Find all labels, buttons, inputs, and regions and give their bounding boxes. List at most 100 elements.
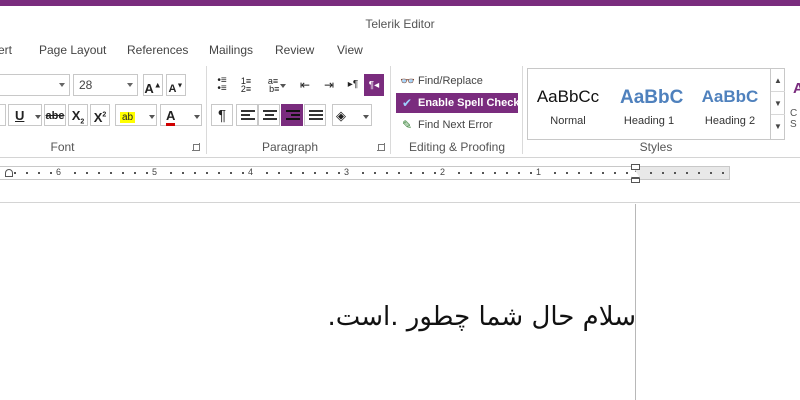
tab-page-layout[interactable]: Page Layout — [39, 43, 106, 57]
tab-references[interactable]: References — [127, 43, 188, 57]
style-normal-preview: AaBbCc — [536, 87, 600, 106]
styles-gallery: AaBbCc Normal AaBbC Heading 1 AaBbC Head… — [527, 68, 785, 140]
ltr-paragraph-icon: ▸¶ — [347, 79, 359, 90]
justify-button[interactable] — [304, 104, 326, 126]
ruler-tick — [626, 172, 628, 174]
styles-group-label: Styles — [639, 140, 673, 154]
multilevel-list-button[interactable]: a≡ b≡ — [259, 74, 287, 96]
shrink-font-icon: A▼ — [168, 82, 184, 95]
style-heading-2[interactable]: AaBbC Heading 2 — [690, 69, 770, 139]
expand-gallery-icon[interactable]: ▼ — [771, 115, 785, 138]
align-left-button[interactable] — [236, 104, 258, 126]
document-area[interactable]: سلام حال شما چطور .است. — [0, 204, 800, 400]
chevron-down-icon[interactable] — [194, 115, 200, 119]
change-styles-icon[interactable]: A — [793, 80, 800, 97]
styles-scroll-column: ▲ ▼ ▼ — [770, 69, 785, 139]
ruler-tick — [602, 172, 604, 174]
paragraph-dialog-launcher-icon[interactable] — [377, 143, 385, 151]
ruler-tick — [482, 172, 484, 174]
ruler-tick — [26, 172, 28, 174]
find-next-error-button[interactable]: ✎ Find Next Error — [396, 115, 518, 135]
tab-insert[interactable]: ert — [0, 43, 12, 57]
chevron-down-icon[interactable] — [59, 83, 65, 87]
right-indent-marker-icon[interactable] — [631, 178, 640, 183]
ruler-tick — [218, 172, 220, 174]
font-size-combo[interactable]: 28 — [73, 74, 138, 96]
grow-font-button[interactable]: A▲ — [143, 74, 163, 96]
italic-button[interactable] — [0, 104, 6, 126]
show-formatting-button[interactable]: ¶ — [211, 104, 233, 126]
subscript-button[interactable]: X2 — [68, 104, 88, 126]
underline-button[interactable]: U — [8, 104, 42, 126]
first-line-indent-marker-icon[interactable] — [631, 164, 640, 170]
scroll-up-icon[interactable]: ▲ — [771, 69, 785, 92]
ruler-tick — [662, 172, 664, 174]
left-indent-handle-icon[interactable] — [5, 169, 13, 177]
ruler-tick — [98, 172, 100, 174]
chevron-down-icon[interactable] — [363, 115, 369, 119]
ltr-direction-button[interactable]: ▸¶ — [343, 74, 363, 96]
numbered-list-icon: 1≡ 2≡ — [240, 76, 252, 94]
superscript-icon: X2 — [93, 110, 107, 126]
find-replace-button[interactable]: 👓 Find/Replace — [396, 71, 518, 91]
grow-font-icon: A▲ — [144, 81, 162, 97]
ruler-number: 2 — [440, 167, 446, 177]
ruler-tick — [122, 172, 124, 174]
scroll-down-icon[interactable]: ▼ — [771, 92, 785, 115]
superscript-button[interactable]: X2 — [90, 104, 110, 126]
increase-indent-button[interactable]: ⇥ — [318, 74, 340, 96]
ruler-tick — [710, 172, 712, 174]
ruler-tick — [374, 172, 376, 174]
next-error-icon: ✎ — [401, 118, 413, 132]
tab-review[interactable]: Review — [275, 43, 314, 57]
chevron-down-icon[interactable] — [127, 83, 133, 87]
font-color-button[interactable]: A — [160, 104, 202, 126]
font-dialog-launcher-icon[interactable] — [192, 143, 200, 151]
font-size-value: 28 — [79, 78, 93, 92]
document-text[interactable]: سلام حال شما چطور .است. — [290, 302, 636, 332]
ruler-number: 1 — [536, 167, 542, 177]
ruler-tick — [278, 172, 280, 174]
shrink-font-button[interactable]: A▼ — [166, 74, 186, 96]
chevron-down-icon[interactable] — [280, 84, 286, 88]
bullet-list-icon: •≡ •≡ — [217, 75, 227, 94]
paragraph-group-label: Paragraph — [261, 140, 319, 154]
align-center-button[interactable] — [258, 104, 280, 126]
ruler-tick — [110, 172, 112, 174]
tab-mailings[interactable]: Mailings — [209, 43, 253, 57]
decrease-indent-button[interactable]: ⇤ — [294, 74, 316, 96]
shading-button[interactable]: ◈ — [332, 104, 372, 126]
ruler-tick — [326, 172, 328, 174]
highlight-button[interactable]: ab — [115, 104, 157, 126]
enable-spell-check-button[interactable]: ✔ Enable Spell Check — [396, 93, 519, 113]
ruler-tick — [650, 172, 652, 174]
style-normal[interactable]: AaBbCc Normal — [528, 69, 608, 139]
ruler-tick — [494, 172, 496, 174]
tab-view[interactable]: View — [337, 43, 363, 57]
ruler-tick — [674, 172, 676, 174]
font-family-combo[interactable] — [0, 74, 70, 96]
strikethrough-icon: abe — [45, 110, 65, 122]
ruler-tick — [290, 172, 292, 174]
group-separator — [206, 66, 207, 154]
ruler-tick — [134, 172, 136, 174]
align-right-button[interactable] — [281, 104, 303, 126]
ruler-tick — [86, 172, 88, 174]
chevron-down-icon[interactable] — [35, 115, 41, 119]
rtl-direction-button[interactable]: ¶◂ — [364, 74, 384, 96]
paint-bucket-icon: ◈ — [336, 108, 346, 123]
ruler-tick — [722, 172, 724, 174]
ruler-tick — [206, 172, 208, 174]
style-heading-1[interactable]: AaBbC Heading 1 — [609, 69, 689, 139]
strikethrough-button[interactable]: abe — [44, 104, 66, 126]
find-next-error-label: Find Next Error — [418, 119, 493, 131]
ruler-tick — [230, 172, 232, 174]
style-heading-1-name: Heading 1 — [623, 115, 675, 127]
chevron-down-icon[interactable] — [149, 115, 155, 119]
ruler-tick — [194, 172, 196, 174]
ruler-tick — [506, 172, 508, 174]
numbering-button[interactable]: 1≡ 2≡ — [235, 74, 257, 96]
bullets-button[interactable]: •≡ •≡ — [211, 74, 233, 96]
change-styles-label[interactable]: CS — [790, 108, 797, 130]
ruler-tick — [74, 172, 76, 174]
